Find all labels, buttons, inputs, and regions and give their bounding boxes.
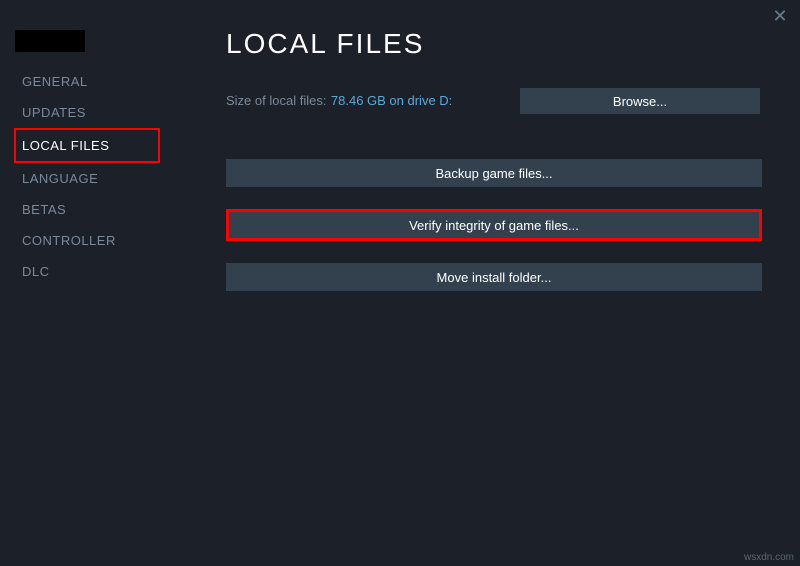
page-title: LOCAL FILES [226, 28, 760, 60]
sidebar-item-language[interactable]: LANGUAGE [0, 163, 180, 194]
sidebar: GENERAL UPDATES LOCAL FILES LANGUAGE BET… [0, 30, 180, 287]
game-title-redacted [15, 30, 85, 52]
size-label: Size of local files: [226, 93, 326, 108]
size-text: Size of local files: 78.46 GB on drive D… [226, 92, 452, 110]
sidebar-item-general[interactable]: GENERAL [0, 66, 180, 97]
sidebar-item-dlc[interactable]: DLC [0, 256, 180, 287]
sidebar-item-controller[interactable]: CONTROLLER [0, 225, 180, 256]
browse-button[interactable]: Browse... [520, 88, 760, 114]
content-area: LOCAL FILES Size of local files: 78.46 G… [226, 28, 760, 313]
move-install-folder-button[interactable]: Move install folder... [226, 263, 762, 291]
verify-integrity-button[interactable]: Verify integrity of game files... [226, 209, 762, 241]
watermark: wsxdn.com [744, 552, 794, 563]
sidebar-item-local-files[interactable]: LOCAL FILES [14, 128, 160, 163]
size-row: Size of local files: 78.46 GB on drive D… [226, 88, 760, 114]
size-value: 78.46 GB on drive D: [331, 93, 452, 108]
sidebar-item-betas[interactable]: BETAS [0, 194, 180, 225]
sidebar-item-updates[interactable]: UPDATES [0, 97, 180, 128]
close-icon[interactable]: ✕ [770, 6, 790, 26]
backup-game-files-button[interactable]: Backup game files... [226, 159, 762, 187]
